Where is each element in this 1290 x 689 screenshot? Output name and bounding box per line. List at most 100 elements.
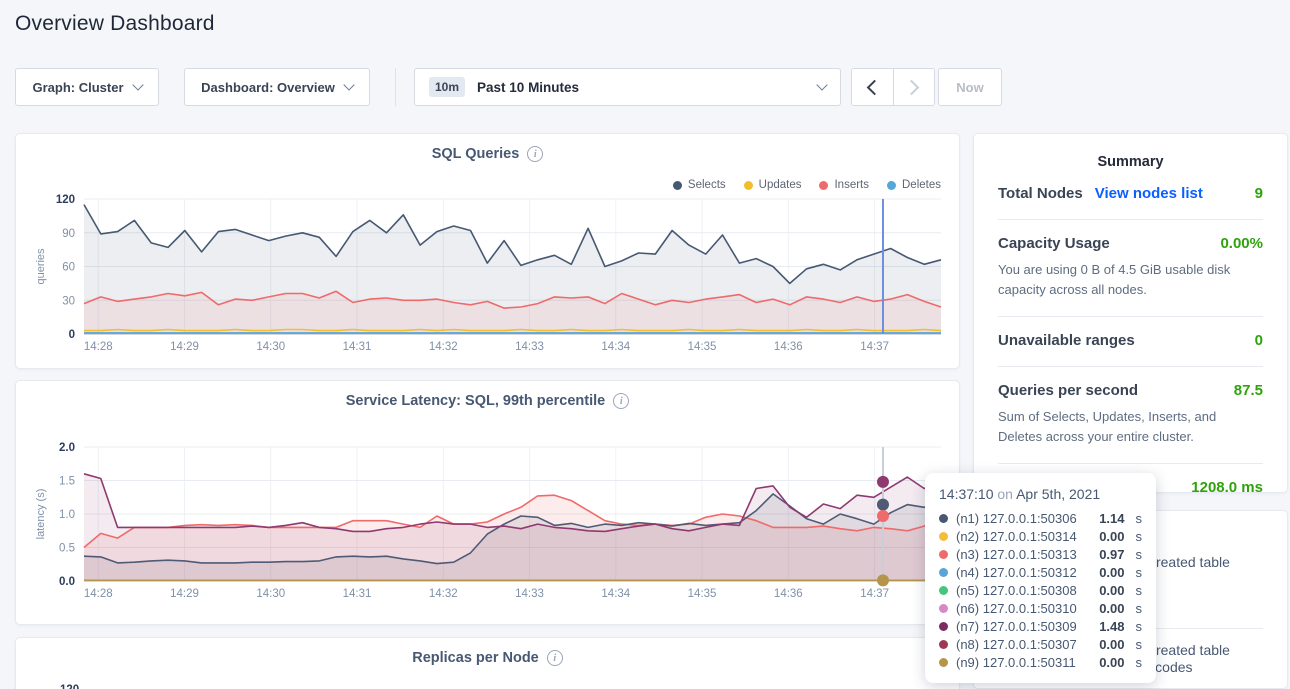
svg-text:14:28: 14:28 xyxy=(84,341,113,353)
info-icon[interactable]: i xyxy=(547,650,563,666)
summary-label: Unavailable ranges xyxy=(998,332,1135,349)
dashboard-dropdown[interactable]: Dashboard: Overview xyxy=(184,68,370,106)
tooltip-time: 14:37:10 xyxy=(939,486,994,502)
tooltip-on-word: on xyxy=(997,486,1013,502)
tooltip-node-value: 0.00 xyxy=(1099,565,1124,580)
svg-text:14:34: 14:34 xyxy=(601,588,630,600)
summary-description: You are using 0 B of 4.5 GiB usable disk… xyxy=(998,260,1263,299)
node-color-dot xyxy=(939,514,948,523)
svg-text:14:28: 14:28 xyxy=(84,588,113,600)
chevron-left-icon xyxy=(866,79,882,95)
chevron-down-icon xyxy=(343,79,354,90)
tooltip-row: (n9) 127.0.0.1:503110.00s xyxy=(939,653,1142,671)
time-step-buttons xyxy=(851,68,935,106)
summary-value: 9 xyxy=(1255,185,1263,202)
service-latency-chart[interactable]: 14:2814:2914:3014:3114:3214:3314:3414:35… xyxy=(32,437,961,615)
time-range-selector[interactable]: 10m Past 10 Minutes xyxy=(414,68,841,106)
tooltip-date: Apr 5th, 2021 xyxy=(1016,486,1100,502)
chart-title: SQL Queries xyxy=(432,146,520,162)
svg-text:120: 120 xyxy=(56,194,75,206)
node-color-dot xyxy=(939,550,948,559)
summary-row-total-nodes: Total Nodes View nodes list 9 xyxy=(998,170,1263,220)
tooltip-node-value: 0.97 xyxy=(1099,547,1124,562)
now-button[interactable]: Now xyxy=(938,68,1002,106)
tooltip-value-unit: s xyxy=(1136,619,1143,634)
time-next-button[interactable] xyxy=(893,69,935,105)
tooltip-value-unit: s xyxy=(1136,655,1143,670)
tooltip-node-label: (n1) 127.0.0.1:50306 xyxy=(956,511,1091,526)
svg-text:60: 60 xyxy=(62,262,75,274)
summary-label: Capacity Usage xyxy=(998,235,1110,252)
info-icon[interactable]: i xyxy=(527,146,543,162)
svg-text:14:32: 14:32 xyxy=(429,341,458,353)
chevron-down-icon xyxy=(816,79,827,90)
node-color-dot xyxy=(939,586,948,595)
summary-panel: Summary Total Nodes View nodes list 9 Ca… xyxy=(973,133,1288,493)
svg-text:14:35: 14:35 xyxy=(688,588,717,600)
summary-row-capacity-usage: Capacity Usage 0.00% You are using 0 B o… xyxy=(998,220,1263,317)
svg-text:14:32: 14:32 xyxy=(429,588,458,600)
summary-description: Sum of Selects, Updates, Inserts, and De… xyxy=(998,407,1263,446)
chevron-right-icon xyxy=(904,79,920,95)
tooltip-row: (n7) 127.0.0.1:503091.48s xyxy=(939,617,1142,635)
time-prev-button[interactable] xyxy=(852,69,893,105)
svg-text:queries: queries xyxy=(35,248,47,285)
node-color-dot xyxy=(939,658,948,667)
node-color-dot xyxy=(939,568,948,577)
tooltip-row: (n6) 127.0.0.1:50310 0.00 s xyxy=(939,599,1142,617)
graph-dropdown[interactable]: Graph: Cluster xyxy=(15,68,159,106)
tooltip-node-value: 0.00 xyxy=(1099,601,1124,616)
summary-value: 87.5 xyxy=(1234,382,1263,399)
chart-hover-tooltip: 14:37:10 on Apr 5th, 2021 (n1) 127.0.0.1… xyxy=(925,473,1156,683)
tooltip-value-unit: s xyxy=(1136,601,1143,616)
svg-text:14:29: 14:29 xyxy=(170,588,199,600)
y-axis-tick-label: 120 xyxy=(60,684,79,689)
tooltip-row: (n1) 127.0.0.1:503061.14s xyxy=(939,509,1142,527)
svg-text:2.0: 2.0 xyxy=(59,442,75,454)
info-icon[interactable]: i xyxy=(613,393,629,409)
tooltip-value-unit: s xyxy=(1136,583,1143,598)
svg-text:14:34: 14:34 xyxy=(601,341,630,353)
summary-label: Total Nodes xyxy=(998,185,1083,202)
dashboard-dropdown-label: Dashboard: Overview xyxy=(201,80,335,95)
tooltip-node-value: 0.00 xyxy=(1099,637,1124,652)
tooltip-node-value: 0.00 xyxy=(1099,583,1124,598)
tooltip-rows: (n1) 127.0.0.1:503061.14s(n2) 127.0.0.1:… xyxy=(939,509,1142,671)
tooltip-value-unit: s xyxy=(1136,637,1143,652)
summary-value: 0.00% xyxy=(1220,235,1263,252)
view-nodes-list-link[interactable]: View nodes list xyxy=(1095,185,1203,202)
tooltip-row: (n5) 127.0.0.1:50308 0.00 s xyxy=(939,581,1142,599)
svg-text:0: 0 xyxy=(69,329,75,341)
svg-text:14:37: 14:37 xyxy=(860,341,889,353)
summary-value: 1208.0 ms xyxy=(1191,479,1263,496)
overview-dashboard-page: Overview Dashboard Graph: Cluster Dashbo… xyxy=(0,0,1290,689)
tooltip-node-label: (n6) 127.0.0.1:50310 xyxy=(956,601,1091,616)
summary-label: Queries per second xyxy=(998,382,1138,399)
sql-queries-chart[interactable]: 14:2814:2914:3014:3114:3214:3314:3414:35… xyxy=(32,190,961,362)
tooltip-row: (n3) 127.0.0.1:50313 0.97 s xyxy=(939,545,1142,563)
graph-dropdown-label: Graph: Cluster xyxy=(32,80,123,95)
tooltip-node-value: 1.14 xyxy=(1099,511,1124,526)
node-color-dot xyxy=(939,532,948,541)
legend-color-dot xyxy=(744,181,753,190)
svg-text:0.5: 0.5 xyxy=(59,543,75,555)
tooltip-node-label: (n3) 127.0.0.1:50313 xyxy=(956,547,1091,562)
tooltip-value-unit: s xyxy=(1136,547,1143,562)
summary-title: Summary xyxy=(974,134,1287,170)
chevron-down-icon xyxy=(132,79,143,90)
tooltip-node-label: (n5) 127.0.0.1:50308 xyxy=(956,583,1091,598)
svg-text:1.0: 1.0 xyxy=(59,509,75,521)
svg-text:14:30: 14:30 xyxy=(256,341,285,353)
svg-text:14:29: 14:29 xyxy=(170,341,199,353)
summary-row-unavailable-ranges: Unavailable ranges 0 xyxy=(998,317,1263,367)
svg-text:14:31: 14:31 xyxy=(343,588,372,600)
svg-text:0.0: 0.0 xyxy=(59,576,75,588)
node-color-dot xyxy=(939,622,948,631)
summary-value: 0 xyxy=(1255,332,1263,349)
sql-queries-card: SQL Queries i SelectsUpdatesInsertsDelet… xyxy=(15,133,960,369)
svg-text:30: 30 xyxy=(62,295,75,307)
tooltip-node-label: (n9) 127.0.0.1:50311 xyxy=(956,655,1091,670)
legend-color-dot xyxy=(819,181,828,190)
svg-text:14:30: 14:30 xyxy=(256,588,285,600)
replicas-per-node-card: Replicas per Node i 120 xyxy=(15,637,960,689)
